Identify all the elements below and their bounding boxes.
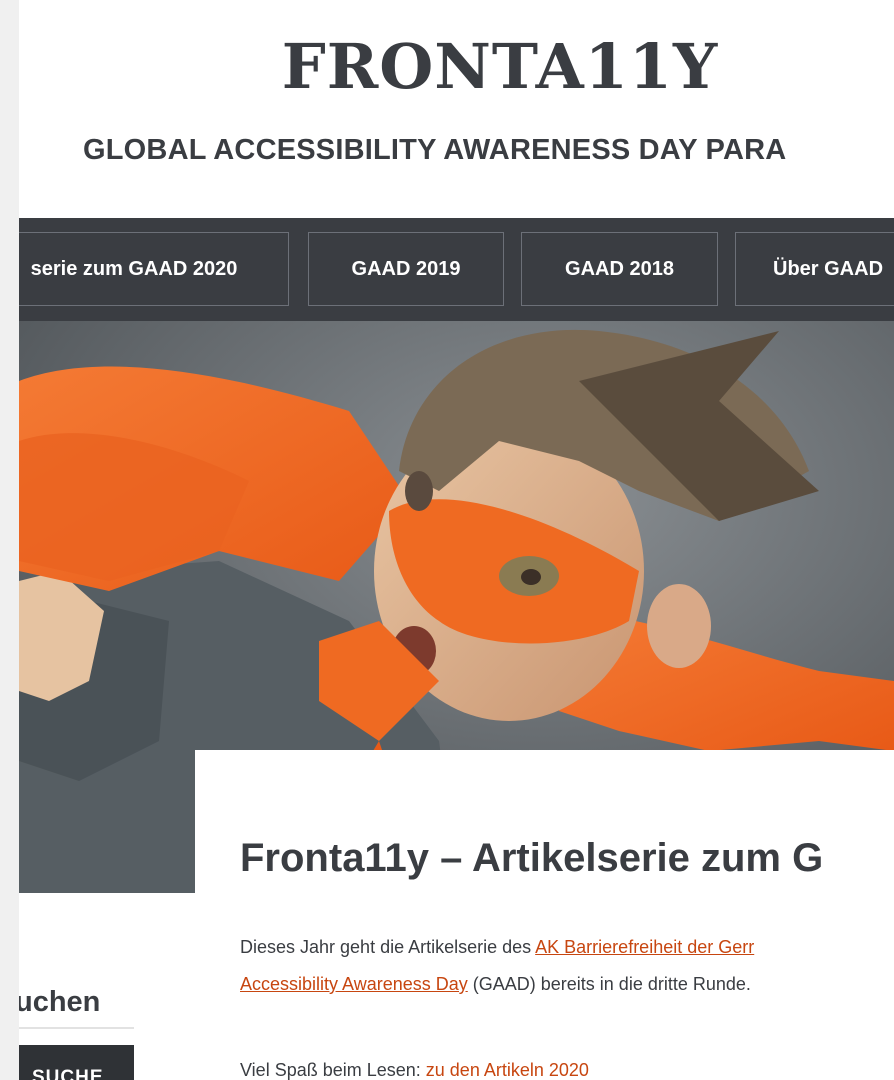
post-intro-line1: Dieses Jahr geht die Artikelserie des AK…	[240, 937, 754, 958]
search-widget-title: uchen	[19, 986, 101, 1018]
nav-item-artikelserie-2020[interactable]: serie zum GAAD 2020	[19, 232, 289, 306]
post-card: Fronta11y – Artikelserie zum G Dieses Ja…	[195, 750, 894, 1080]
search-button[interactable]: SUCHE	[19, 1045, 134, 1080]
ak-barrierefreiheit-link[interactable]: AK Barrierefreiheit der Gerr	[535, 937, 754, 957]
post-intro-suffix: (GAAD) bereits in die dritte Runde.	[467, 974, 751, 994]
nav-item-gaad-2019[interactable]: GAAD 2019	[308, 232, 504, 306]
main-navigation: serie zum GAAD 2020 GAAD 2019 GAAD 2018 …	[19, 218, 894, 321]
site-tagline: GLOBAL ACCESSIBILITY AWARENESS DAY PARA	[83, 134, 787, 166]
post-reading-prefix: Viel Spaß beim Lesen:	[240, 1060, 426, 1080]
post-intro-prefix: Dieses Jahr geht die Artikelserie des	[240, 937, 536, 957]
nav-item-ueber-gaad[interactable]: Über GAAD	[735, 232, 894, 306]
page: FRONTA11Y GLOBAL ACCESSIBILITY AWARENESS…	[19, 0, 894, 1080]
gaad-link[interactable]: Accessibility Awareness Day	[240, 974, 468, 994]
post-title[interactable]: Fronta11y – Artikelserie zum G	[240, 836, 823, 881]
site-title[interactable]: FRONTA11Y	[19, 30, 894, 103]
articles-2020-link[interactable]: zu den Artikeln 2020	[426, 1060, 589, 1080]
widget-divider	[19, 1027, 134, 1029]
nav-item-gaad-2018[interactable]: GAAD 2018	[521, 232, 718, 306]
post-reading-line: Viel Spaß beim Lesen: zu den Artikeln 20…	[240, 1060, 589, 1080]
post-intro-line2: Accessibility Awareness Day (GAAD) berei…	[240, 974, 751, 995]
